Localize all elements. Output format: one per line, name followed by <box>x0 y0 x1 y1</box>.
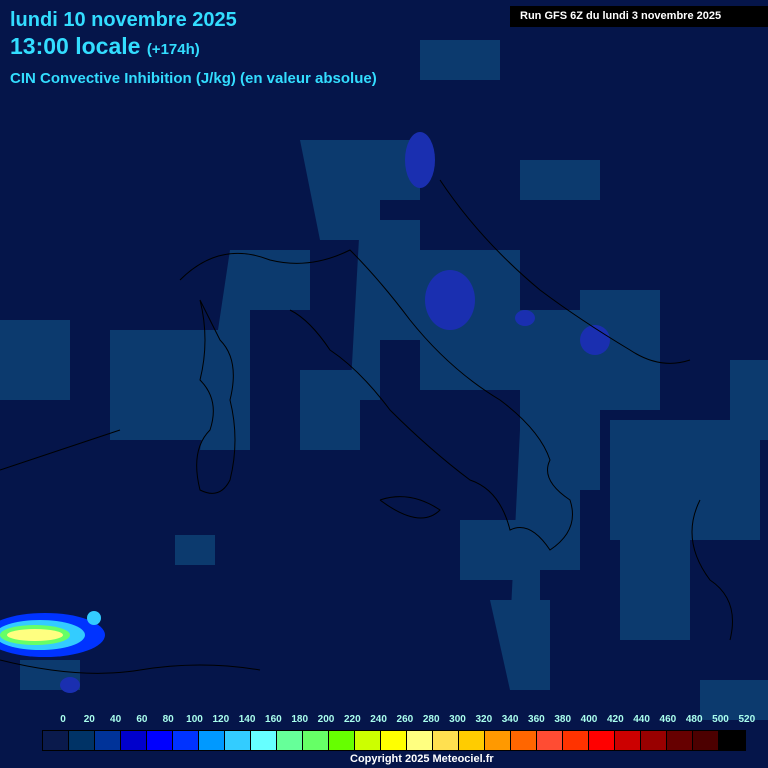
forecast-date: lundi 10 novembre 2025 <box>10 9 237 31</box>
legend-swatch <box>277 731 303 750</box>
legend-label: 480 <box>685 714 703 725</box>
legend-label: 380 <box>554 714 572 725</box>
legend-label: 500 <box>712 714 729 725</box>
copyright: Copyright 2025 Meteociel.fr <box>350 753 494 765</box>
color-legend <box>42 730 746 751</box>
legend-label: 300 <box>449 714 466 725</box>
legend-swatch <box>667 731 693 750</box>
legend-label: 100 <box>186 714 203 725</box>
legend-label: 420 <box>606 714 624 725</box>
forecast-time-local: 13:00 locale <box>10 33 141 59</box>
legend-swatch <box>511 731 537 750</box>
legend-swatch <box>69 731 95 750</box>
legend-label: 360 <box>528 714 545 725</box>
legend-swatch <box>433 731 459 750</box>
legend-label: 180 <box>291 714 309 725</box>
cin-hotspot <box>0 611 105 657</box>
forecast-offset: (+174h) <box>146 41 200 58</box>
legend-swatch <box>173 731 199 750</box>
legend-swatch <box>563 731 589 750</box>
legend-swatch <box>485 731 511 750</box>
legend-label: 240 <box>370 714 387 725</box>
legend-swatch <box>147 731 173 750</box>
legend-swatch <box>251 731 277 750</box>
legend-swatch <box>355 731 381 750</box>
legend-label: 400 <box>580 714 598 725</box>
run-info: Run GFS 6Z du lundi 3 novembre 2025 <box>510 6 768 27</box>
legend-label: 120 <box>212 714 230 725</box>
legend-label: 20 <box>83 714 95 725</box>
legend-label: 220 <box>343 714 361 725</box>
legend-label: 160 <box>265 714 282 725</box>
legend-swatch <box>537 731 563 750</box>
legend-swatch <box>199 731 225 750</box>
cin-map <box>0 40 768 720</box>
legend-label: 140 <box>238 714 256 725</box>
legend-label: 440 <box>633 714 650 725</box>
legend-label: 280 <box>422 714 440 725</box>
legend-swatch <box>303 731 329 750</box>
legend-swatch <box>459 731 485 750</box>
legend-swatch <box>225 731 251 750</box>
cin-field-low <box>0 40 768 720</box>
legend-label: 80 <box>162 714 174 725</box>
legend-label: 200 <box>317 714 335 725</box>
legend-swatch <box>641 731 667 750</box>
legend-label: 320 <box>475 714 493 725</box>
legend-swatch <box>589 731 615 750</box>
legend-swatch <box>95 731 121 750</box>
legend-label: 460 <box>659 714 677 725</box>
parameter-title: CIN Convective Inhibition (J/kg) (en val… <box>10 70 377 87</box>
legend-swatch <box>615 731 641 750</box>
legend-swatch <box>407 731 433 750</box>
forecast-time: 13:00 locale (+174h) <box>10 33 200 60</box>
legend-swatch <box>693 731 719 750</box>
legend-label: 340 <box>501 714 519 725</box>
legend-swatch <box>121 731 147 750</box>
legend-label: 40 <box>110 714 122 725</box>
legend-label: 520 <box>738 714 756 725</box>
legend-swatch <box>43 731 69 750</box>
legend-swatch <box>719 731 745 750</box>
legend-swatch <box>381 731 407 750</box>
legend-label: 260 <box>396 714 414 725</box>
legend-label: 0 <box>60 714 66 725</box>
legend-label: 60 <box>136 714 148 725</box>
legend-swatch <box>329 731 355 750</box>
